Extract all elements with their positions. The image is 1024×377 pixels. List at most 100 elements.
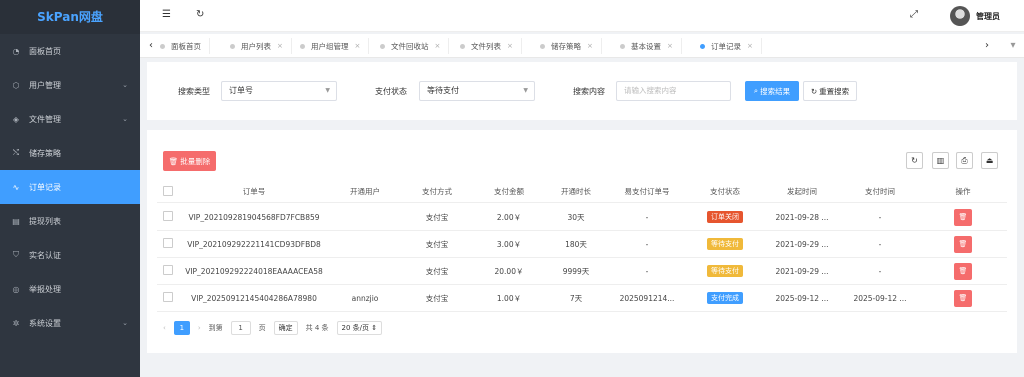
tab-dot-icon	[460, 43, 465, 49]
row-checkbox[interactable]	[157, 265, 179, 277]
delete-row-button[interactable]: 🗑	[954, 235, 972, 253]
sidebar-item[interactable]: ✲ 系统设置 ⌄	[0, 306, 140, 340]
tab-label: 面板首页	[171, 41, 201, 51]
sidebar-item[interactable]: ▤ 提现列表	[0, 204, 140, 238]
page-current[interactable]: 1	[173, 321, 190, 335]
search-type-select[interactable]: 订单号 ▼	[221, 81, 337, 101]
table-cell-amount: 3.00￥	[496, 239, 522, 249]
reset-button[interactable]: ↻ 重置搜索	[803, 81, 857, 101]
tab[interactable]: 用户列表 ×	[230, 38, 292, 54]
batch-delete-label: 批量删除	[180, 156, 211, 166]
export-icon[interactable]: ⏏	[981, 152, 998, 169]
fullscreen-icon[interactable]: ⤢	[910, 9, 918, 20]
table-cell-created: 2025-09-12 ...	[775, 293, 829, 303]
tabs-prev-icon[interactable]: ‹	[142, 34, 160, 58]
checkbox[interactable]	[163, 265, 173, 275]
sidebar-item-icon: ∿	[12, 182, 20, 192]
batch-delete-button[interactable]: 🗑 批量删除	[163, 151, 216, 171]
table-cell-method: 支付宝	[425, 266, 449, 276]
search-content-input[interactable]: 请输入搜索内容	[616, 81, 731, 101]
sidebar-item[interactable]: ◔ 面板首页	[0, 34, 140, 68]
tab[interactable]: 面板首页	[160, 38, 210, 54]
sidebar-item[interactable]: ∿ 订单记录	[0, 170, 140, 204]
refresh-icon[interactable]: ↻	[196, 9, 204, 20]
close-icon[interactable]: ×	[667, 42, 673, 50]
delete-row-button[interactable]: 🗑	[954, 208, 972, 226]
chevron-down-icon: ⌄	[122, 81, 128, 89]
column-header: 支付状态	[710, 187, 740, 196]
tab-label: 订单记录	[711, 41, 741, 51]
status-cell: 等待支付	[687, 265, 763, 277]
select-all-checkbox[interactable]	[157, 185, 179, 198]
action-cell: 🗑	[919, 289, 1007, 307]
close-icon[interactable]: ×	[277, 42, 283, 50]
sidebar-item-icon: ✲	[12, 318, 20, 328]
sidebar-item-label: 实名认证	[29, 250, 61, 260]
page-input[interactable]: 1	[230, 321, 251, 335]
row-checkbox[interactable]	[157, 238, 179, 250]
delete-row-button[interactable]: 🗑	[954, 289, 972, 307]
chevron-down-icon: ⌄	[122, 319, 128, 327]
row-checkbox[interactable]	[157, 211, 179, 223]
tab[interactable]: 基本设置 ×	[620, 38, 682, 54]
page-next-icon[interactable]: ›	[198, 324, 201, 332]
table-cell-amount: 1.00￥	[496, 293, 522, 303]
search-button[interactable]: ⌕ 搜索结果	[745, 81, 799, 101]
tab[interactable]: 储存策略 ×	[540, 38, 602, 54]
user-name[interactable]: 管理员	[976, 11, 1000, 22]
status-cell: 订单关闭	[687, 211, 763, 223]
checkbox[interactable]	[163, 238, 173, 248]
tab[interactable]: 文件列表 ×	[460, 38, 522, 54]
delete-row-button[interactable]: 🗑	[954, 262, 972, 280]
sidebar-item[interactable]: ⛉ 实名认证	[0, 238, 140, 272]
tab[interactable]: 用户组管理 ×	[300, 38, 370, 54]
tab[interactable]: 文件回收站 ×	[380, 38, 450, 54]
sidebar-item-label: 储存策略	[29, 148, 61, 158]
close-icon[interactable]: ×	[747, 42, 753, 50]
table-cell-user: annzjio	[351, 293, 379, 303]
goto-label: 到第	[208, 324, 223, 332]
pay-status-select[interactable]: 等待支付 ▼	[419, 81, 535, 101]
column-header: 操作	[955, 187, 971, 196]
close-icon[interactable]: ×	[435, 42, 441, 50]
avatar[interactable]	[950, 6, 970, 26]
tab-dot-icon	[620, 43, 625, 49]
sidebar-item[interactable]: ⤭ 储存策略	[0, 136, 140, 170]
search-button-label: 搜索结果	[760, 86, 791, 96]
refresh-table-icon[interactable]: ↻	[906, 152, 923, 169]
chevron-down-icon: ⌄	[122, 115, 128, 123]
column-header: 开通用户	[350, 187, 380, 196]
table-cell-paid: -	[878, 239, 882, 249]
goto-confirm-button[interactable]: 确定	[273, 321, 298, 335]
print-icon[interactable]: ⎙	[956, 152, 973, 169]
columns-icon[interactable]: ▥	[932, 152, 949, 169]
page-size-select[interactable]: 20 条/页 ⇕	[336, 321, 383, 335]
checkbox[interactable]	[163, 211, 173, 221]
table-row: VIP_20250912145404286A78980 annzjio 支付宝 1.0…	[157, 285, 1007, 312]
tab-dot-icon	[380, 43, 385, 49]
search-panel: 搜索类型 订单号 ▼ 支付状态 等待支付 ▼ 搜索内容 请输入搜索内容 ⌕ 搜索…	[147, 62, 1017, 120]
menu-toggle-icon[interactable]: ☰	[162, 9, 171, 20]
sidebar-item[interactable]: ⬡ 用户管理 ⌄	[0, 68, 140, 102]
sidebar-item[interactable]: ◎ 举报处理	[0, 272, 140, 306]
checkbox[interactable]	[163, 292, 173, 302]
sidebar-item[interactable]: ◈ 文件管理 ⌄	[0, 102, 140, 136]
close-icon[interactable]: ×	[587, 42, 593, 50]
column-header: 支付金额	[494, 187, 524, 196]
top-header: ☰ ↻ ⤢ 管理员	[140, 0, 1024, 32]
tabs-next-icon[interactable]: ›	[978, 34, 996, 58]
close-icon[interactable]: ×	[507, 42, 513, 50]
checkbox[interactable]	[163, 185, 173, 196]
column-header: 开通时长	[561, 187, 591, 196]
page-prev-icon[interactable]: ‹	[163, 324, 166, 332]
sidebar-item-label: 提现列表	[29, 216, 61, 226]
sidebar: SkPan网盘 ◔ 面板首页 ⬡ 用户管理 ⌄ ◈ 文件管理 ⌄ ⤭ 储存策略 ∿ 订单记录 ▤ 提现列表…	[0, 0, 140, 377]
status-badge: 等待支付	[707, 238, 743, 250]
tab[interactable]: 订单记录 ×	[700, 38, 762, 54]
close-icon[interactable]: ×	[355, 42, 361, 50]
sidebar-item-label: 用户管理	[29, 80, 61, 90]
row-checkbox[interactable]	[157, 292, 179, 304]
user-menu[interactable]: 管理员	[950, 6, 1000, 26]
tabs-menu-icon[interactable]: ▾	[1004, 34, 1022, 58]
table-header: 订单号 开通用户 支付方式 支付金额 开通时长 易支付订单号 支付状态 发起时间 支付时间 操作	[157, 181, 1007, 203]
